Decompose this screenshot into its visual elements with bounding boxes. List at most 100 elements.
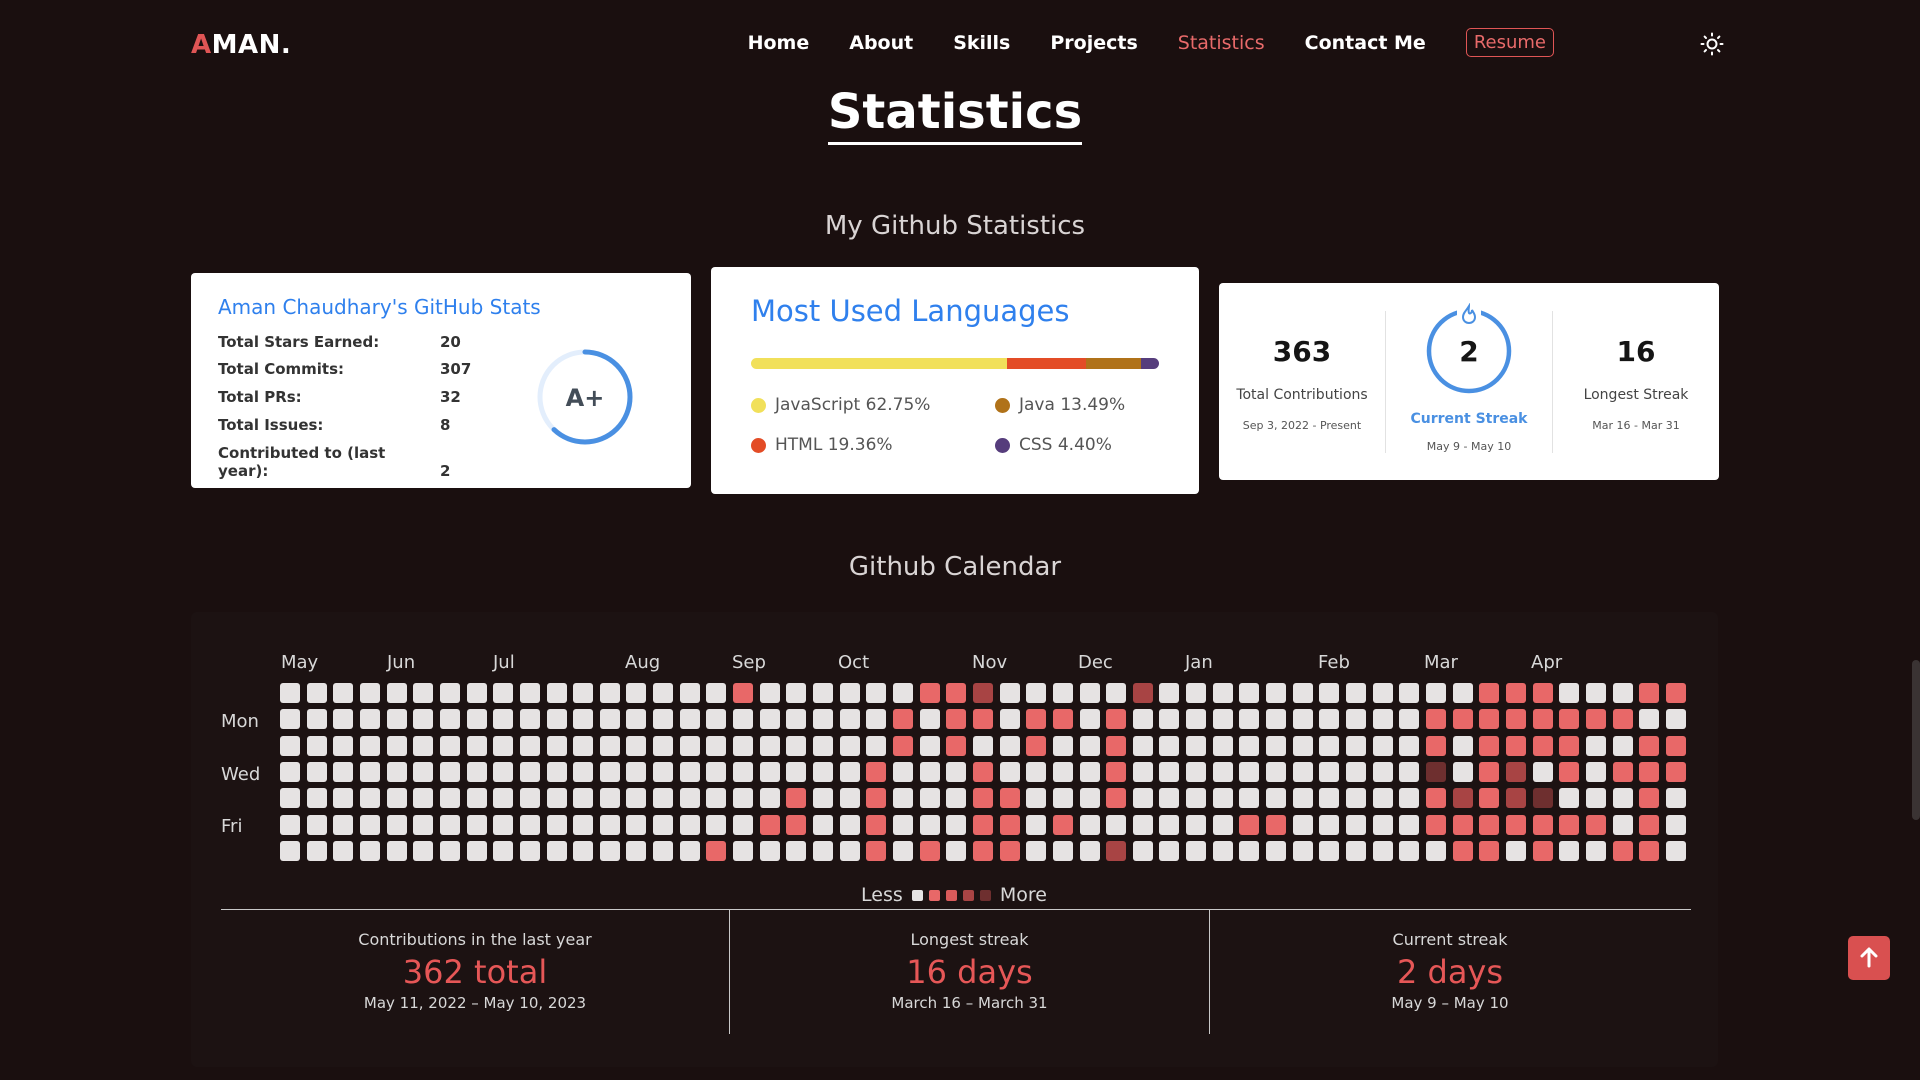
contribution-day[interactable] [1372, 814, 1393, 835]
contribution-day[interactable] [1026, 735, 1047, 756]
contribution-day[interactable] [946, 788, 967, 809]
contribution-day[interactable] [359, 683, 380, 703]
contribution-day[interactable] [972, 709, 993, 730]
contribution-day[interactable] [1639, 709, 1660, 730]
contribution-day[interactable] [1319, 761, 1340, 782]
contribution-day[interactable] [1425, 814, 1446, 835]
contribution-day[interactable] [1505, 683, 1526, 703]
contribution-day[interactable] [1665, 788, 1686, 809]
contribution-day[interactable] [786, 761, 807, 782]
contribution-day[interactable] [999, 709, 1020, 730]
contribution-day[interactable] [519, 683, 540, 703]
contribution-day[interactable] [493, 709, 514, 730]
contribution-day[interactable] [546, 814, 567, 835]
contribution-day[interactable] [919, 735, 940, 756]
contribution-day[interactable] [626, 788, 647, 809]
contribution-day[interactable] [733, 735, 754, 756]
contribution-day[interactable] [599, 709, 620, 730]
contribution-day[interactable] [999, 788, 1020, 809]
contribution-day[interactable] [1106, 814, 1127, 835]
contribution-day[interactable] [1612, 683, 1633, 703]
contribution-day[interactable] [466, 788, 487, 809]
contribution-day[interactable] [759, 683, 780, 703]
contribution-day[interactable] [333, 788, 354, 809]
contribution-day[interactable] [493, 761, 514, 782]
contribution-day[interactable] [706, 788, 727, 809]
contribution-day[interactable] [813, 683, 833, 703]
contribution-day[interactable] [866, 761, 887, 782]
contribution-day[interactable] [733, 761, 754, 782]
contribution-day[interactable] [1372, 788, 1393, 809]
contribution-day[interactable] [1346, 840, 1366, 861]
contribution-day[interactable] [280, 761, 300, 782]
contribution-day[interactable] [866, 735, 887, 756]
contribution-day[interactable] [1052, 683, 1073, 703]
contribution-day[interactable] [333, 709, 354, 730]
contribution-day[interactable] [919, 788, 940, 809]
contribution-day[interactable] [1559, 709, 1580, 730]
contribution-day[interactable] [280, 683, 300, 703]
contribution-day[interactable] [972, 735, 993, 756]
contribution-day[interactable] [1532, 761, 1553, 782]
contribution-day[interactable] [1559, 761, 1580, 782]
contribution-day[interactable] [1052, 840, 1073, 861]
contribution-day[interactable] [1479, 761, 1500, 782]
contribution-day[interactable] [1585, 814, 1606, 835]
contribution-day[interactable] [1159, 788, 1180, 809]
contribution-day[interactable] [359, 735, 380, 756]
contribution-day[interactable] [1479, 788, 1500, 809]
contribution-day[interactable] [1026, 840, 1047, 861]
contribution-day[interactable] [306, 735, 327, 756]
contribution-day[interactable] [733, 683, 754, 703]
contribution-day[interactable] [946, 814, 967, 835]
contribution-day[interactable] [1479, 840, 1500, 861]
contribution-day[interactable] [1026, 709, 1047, 730]
contribution-day[interactable] [679, 788, 700, 809]
contribution-day[interactable] [706, 840, 727, 861]
contribution-day[interactable] [626, 735, 647, 756]
nav-skills[interactable]: Skills [953, 32, 1010, 54]
contribution-day[interactable] [386, 761, 407, 782]
contribution-day[interactable] [1372, 735, 1393, 756]
contribution-day[interactable] [1052, 735, 1073, 756]
contribution-day[interactable] [599, 814, 620, 835]
contribution-day[interactable] [972, 840, 993, 861]
contribution-day[interactable] [1479, 735, 1500, 756]
contribution-day[interactable] [839, 735, 860, 756]
contribution-day[interactable] [786, 709, 807, 730]
contribution-day[interactable] [1106, 761, 1127, 782]
contribution-day[interactable] [1239, 788, 1260, 809]
contribution-day[interactable] [839, 814, 860, 835]
nav-projects[interactable]: Projects [1050, 32, 1137, 54]
contribution-day[interactable] [1266, 709, 1287, 730]
contribution-day[interactable] [1425, 840, 1446, 861]
contribution-day[interactable] [1292, 788, 1313, 809]
contribution-day[interactable] [626, 709, 647, 730]
contribution-day[interactable] [1079, 709, 1100, 730]
contribution-day[interactable] [1505, 814, 1526, 835]
contribution-day[interactable] [1106, 683, 1127, 703]
contribution-day[interactable] [1665, 840, 1686, 861]
contribution-day[interactable] [1132, 814, 1153, 835]
contribution-day[interactable] [1532, 709, 1553, 730]
contribution-day[interactable] [1159, 761, 1180, 782]
contribution-day[interactable] [413, 840, 434, 861]
scroll-to-top-button[interactable] [1848, 936, 1890, 980]
contribution-day[interactable] [1452, 840, 1473, 861]
contribution-day[interactable] [946, 761, 967, 782]
contribution-day[interactable] [972, 788, 993, 809]
contribution-day[interactable] [359, 788, 380, 809]
contribution-day[interactable] [1559, 683, 1580, 703]
contribution-day[interactable] [919, 683, 940, 703]
contribution-day[interactable] [759, 840, 780, 861]
contribution-day[interactable] [439, 709, 460, 730]
contribution-day[interactable] [1399, 761, 1420, 782]
resume-button[interactable]: Resume [1465, 28, 1554, 57]
contribution-day[interactable] [573, 814, 594, 835]
contribution-day[interactable] [866, 788, 887, 809]
contribution-day[interactable] [439, 761, 460, 782]
contribution-day[interactable] [1372, 709, 1393, 730]
contribution-day[interactable] [1612, 761, 1633, 782]
contribution-day[interactable] [1399, 709, 1420, 730]
contribution-day[interactable] [1399, 735, 1420, 756]
